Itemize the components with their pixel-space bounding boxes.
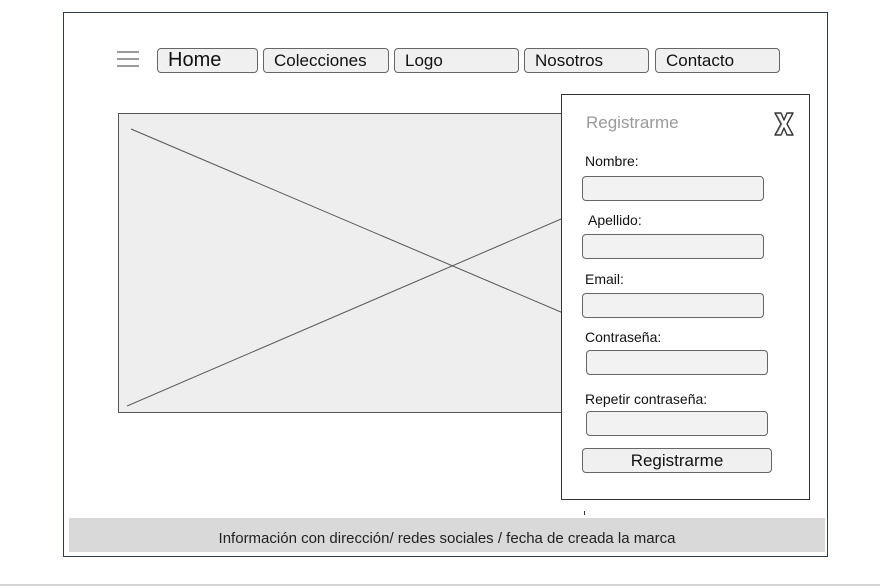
footer: Información con dirección/ redes sociale… <box>69 518 825 552</box>
repetir-contrasena-label: Repetir contraseña: <box>585 391 708 407</box>
apellido-input[interactable] <box>582 234 764 259</box>
nav-nosotros-button[interactable]: Nosotros <box>524 48 649 73</box>
email-input[interactable] <box>582 293 764 318</box>
bottom-divider <box>0 584 880 586</box>
hamburger-menu-icon[interactable] <box>117 51 139 67</box>
nav-logo-button[interactable]: Logo <box>394 48 519 73</box>
register-title: Registrarme <box>586 113 679 132</box>
image-placeholder <box>118 113 598 413</box>
register-panel: Registrarme Nombre: Apellido: Email: Con… <box>561 94 810 500</box>
nav-home-button[interactable]: Home <box>157 48 258 73</box>
nombre-input[interactable] <box>582 176 764 201</box>
contrasena-label: Contraseña: <box>585 329 662 345</box>
footer-text: Información con dirección/ redes sociale… <box>218 530 676 547</box>
nav-contacto-button[interactable]: Contacto <box>655 48 780 73</box>
divider-tick <box>584 511 585 515</box>
nombre-label: Nombre: <box>585 153 639 169</box>
registrarme-submit-button[interactable]: Registrarme <box>582 448 772 473</box>
repetir-contrasena-input[interactable] <box>586 411 768 436</box>
email-label: Email: <box>585 271 624 287</box>
contrasena-input[interactable] <box>586 350 768 375</box>
close-x-icon[interactable] <box>772 110 796 138</box>
nav-colecciones-button[interactable]: Colecciones <box>263 48 389 73</box>
apellido-label: Apellido: <box>588 212 642 228</box>
image-placeholder-icon <box>126 128 590 407</box>
